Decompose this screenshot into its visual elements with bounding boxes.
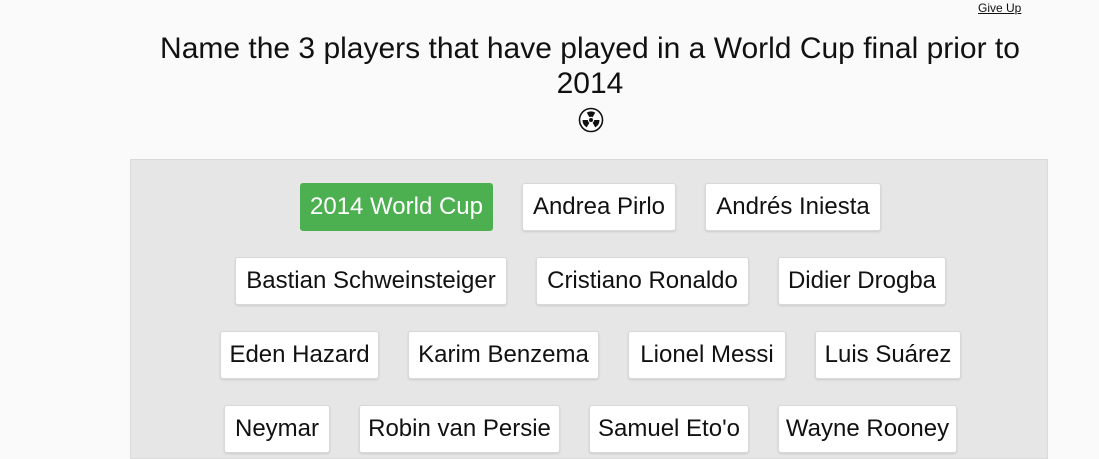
option-button-andrea-pirlo[interactable]: Andrea Pirlo	[522, 183, 676, 231]
option-button-cristiano-ronaldo[interactable]: Cristiano Ronaldo	[536, 257, 749, 305]
option-button-andres-iniesta[interactable]: Andrés Iniesta	[705, 183, 881, 231]
option-button-2014-world-cup[interactable]: 2014 World Cup	[300, 183, 493, 231]
option-button-karim-benzema[interactable]: Karim Benzema	[408, 331, 599, 379]
option-button-lionel-messi[interactable]: Lionel Messi	[628, 331, 786, 379]
option-button-eden-hazard[interactable]: Eden Hazard	[220, 331, 379, 379]
option-button-luis-suarez[interactable]: Luis Suárez	[815, 331, 961, 379]
question-title: Name the 3 players that have played in a…	[160, 32, 1020, 100]
radioactive-icon[interactable]	[578, 107, 604, 133]
option-button-samuel-etoo[interactable]: Samuel Eto'o	[589, 405, 749, 453]
give-up-link[interactable]: Give Up	[978, 1, 1021, 15]
option-button-neymar[interactable]: Neymar	[224, 405, 330, 453]
option-button-robin-van-persie[interactable]: Robin van Persie	[359, 405, 560, 453]
option-button-didier-drogba[interactable]: Didier Drogba	[778, 257, 946, 305]
option-button-bastian-schweinsteiger[interactable]: Bastian Schweinsteiger	[235, 257, 507, 305]
options-board: 2014 World Cup Andrea Pirlo Andrés Inies…	[130, 159, 1048, 459]
option-button-wayne-rooney[interactable]: Wayne Rooney	[778, 405, 957, 453]
